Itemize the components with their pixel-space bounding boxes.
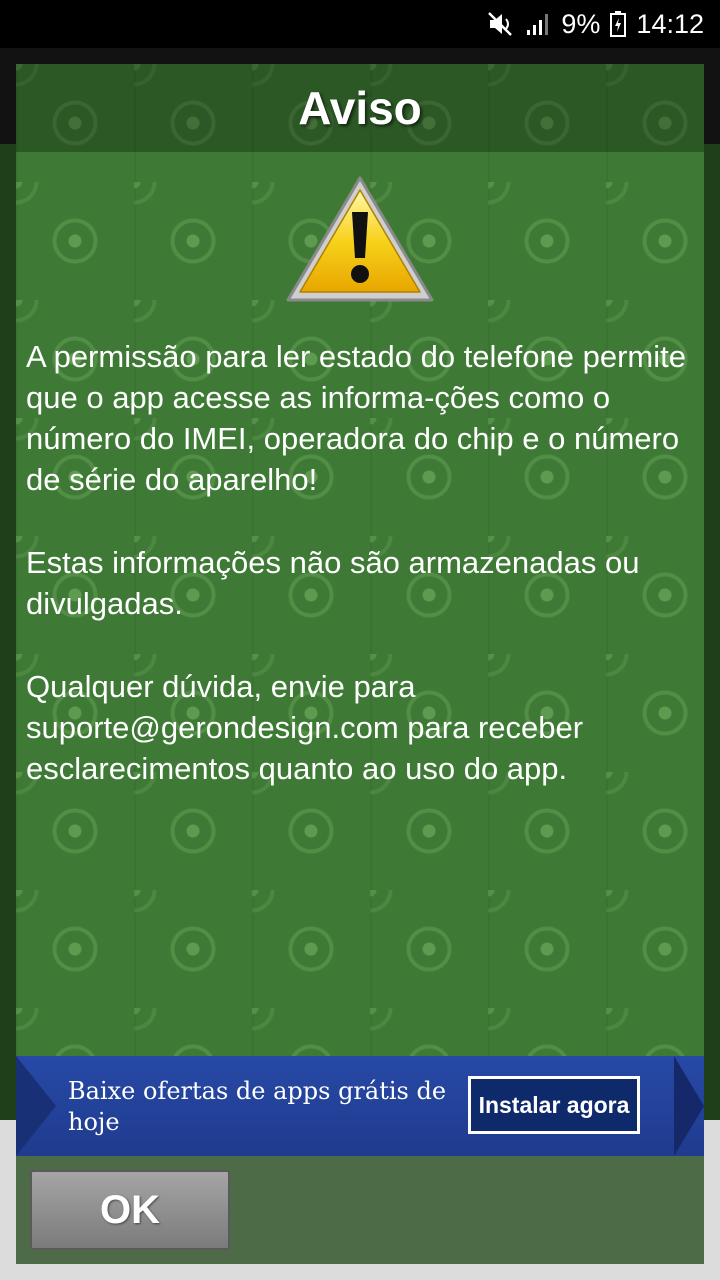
dialog-message: A permissão para ler estado do telefone …	[26, 336, 696, 831]
ad-chevron-left	[16, 1056, 56, 1156]
ad-banner[interactable]: Baixe ofertas de apps grátis de hoje Ins…	[16, 1056, 704, 1156]
message-paragraph: Estas informações não são armazenadas ou…	[26, 545, 640, 621]
battery-percent: 9%	[561, 8, 601, 39]
message-paragraph: Qualquer dúvida, envie para suporte@gero…	[26, 669, 584, 786]
ad-text: Baixe ofertas de apps grátis de hoje	[68, 1077, 447, 1136]
mute-icon	[487, 11, 515, 37]
ad-chevron-right	[674, 1056, 704, 1156]
warning-icon	[284, 172, 436, 306]
status-bar: 9% 14:12	[0, 0, 720, 48]
ok-button[interactable]: OK	[30, 1170, 230, 1250]
dialog-footer: OK	[16, 1156, 704, 1264]
clock: 14:12	[636, 8, 704, 39]
warning-dialog: Aviso A permissão para ler estado do tel…	[16, 64, 704, 1264]
battery-icon	[610, 11, 627, 37]
signal-icon	[525, 11, 551, 37]
message-paragraph: A permissão para ler estado do telefone …	[26, 339, 686, 497]
dialog-title: Aviso	[16, 64, 704, 152]
install-now-button[interactable]: Instalar agora	[468, 1076, 640, 1134]
